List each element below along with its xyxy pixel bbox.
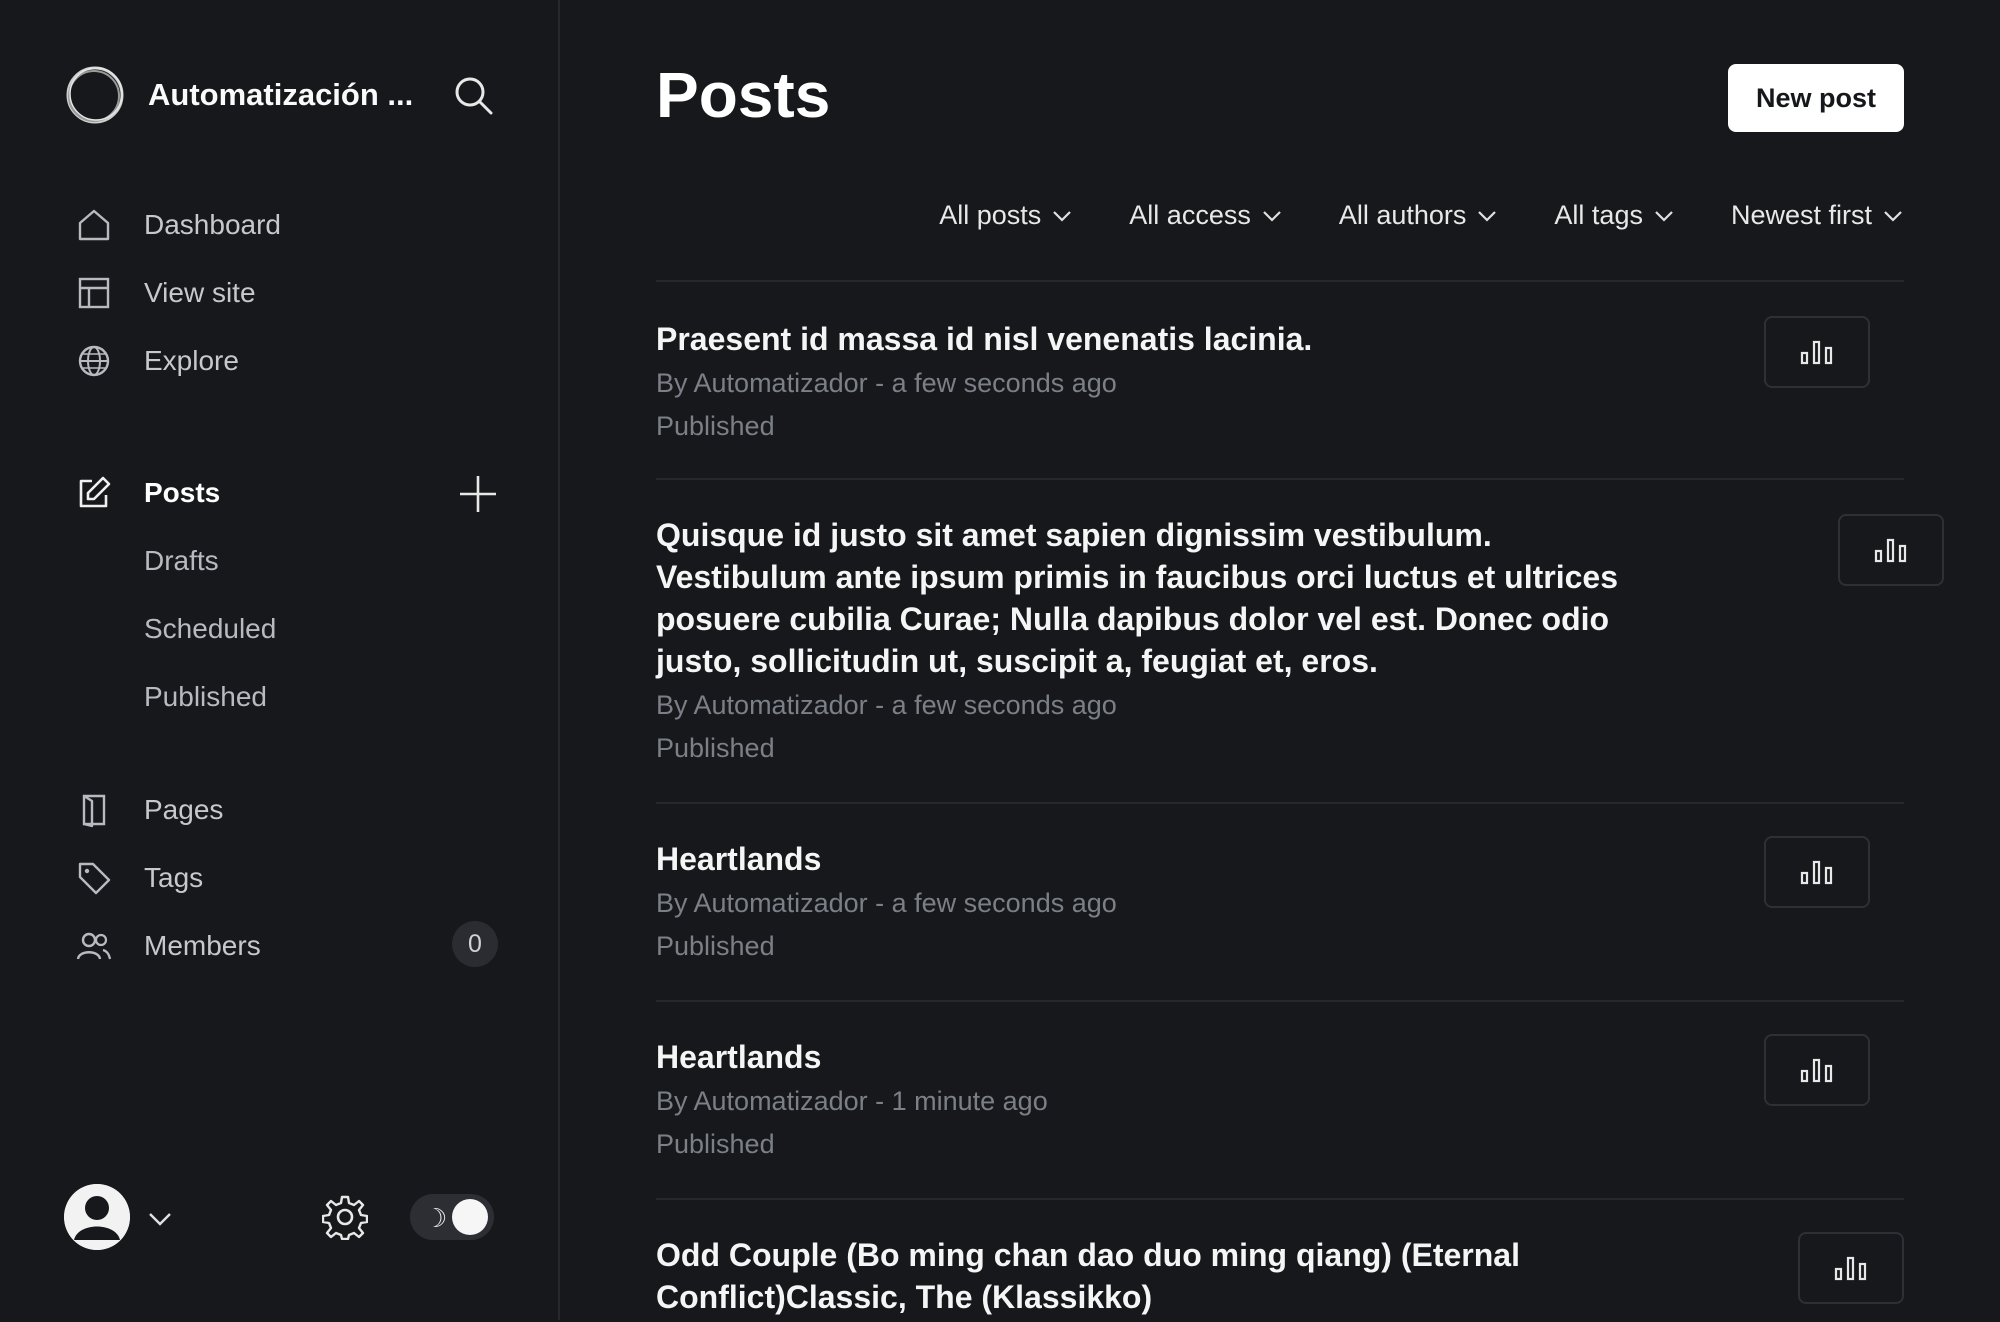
nav-explore-label: Explore	[144, 345, 239, 376]
filter-tags-label: All tags	[1554, 200, 1643, 230]
bar-chart-icon	[1874, 538, 1907, 563]
nav-members[interactable]: Members	[74, 922, 261, 970]
nav-members-label: Members	[144, 930, 261, 961]
tag-icon	[74, 858, 114, 898]
post-title[interactable]: Heartlands	[656, 1036, 1656, 1078]
search-icon[interactable]	[452, 74, 494, 116]
filter-bar: All posts All access All authors All tag…	[883, 200, 1904, 231]
bar-chart-icon	[1800, 340, 1833, 365]
post-row[interactable]: Odd Couple (Bo ming chan dao duo ming qi…	[656, 1198, 1904, 1322]
chevron-down-icon	[1655, 210, 1673, 222]
chevron-down-icon	[1478, 210, 1497, 222]
moon-icon: ☽	[424, 1203, 448, 1233]
layout-icon	[74, 273, 114, 313]
globe-icon	[74, 341, 114, 381]
post-row[interactable]: Quisque id justo sit amet sapien digniss…	[656, 478, 1944, 802]
post-title[interactable]: Quisque id justo sit amet sapien digniss…	[656, 514, 1656, 682]
post-title[interactable]: Odd Couple (Bo ming chan dao duo ming qi…	[656, 1234, 1596, 1318]
toggle-knob	[452, 1199, 488, 1235]
nav-view-site[interactable]: View site	[74, 269, 256, 317]
post-analytics-button[interactable]	[1764, 316, 1870, 388]
nav-dashboard[interactable]: Dashboard	[74, 201, 281, 249]
edit-icon	[74, 473, 114, 513]
chevron-down-icon	[1263, 210, 1281, 222]
post-title[interactable]: Heartlands	[656, 838, 1656, 880]
dark-mode-toggle[interactable]: ☽	[410, 1194, 494, 1240]
nav-pages-label: Pages	[144, 794, 224, 825]
nav-scheduled[interactable]: Scheduled	[144, 613, 276, 645]
new-post-button[interactable]: New post	[1728, 64, 1904, 132]
filter-access-label: All access	[1129, 200, 1251, 230]
post-meta: By Automatizador - a few seconds ago	[656, 690, 1117, 720]
filter-type-label: All posts	[939, 200, 1042, 230]
post-analytics-button[interactable]	[1764, 836, 1870, 908]
nav-drafts[interactable]: Drafts	[144, 545, 219, 577]
post-status: Published	[656, 1129, 775, 1159]
nav-posts[interactable]: Posts	[74, 469, 220, 517]
chevron-down-icon	[1884, 210, 1902, 222]
chevron-down-icon[interactable]	[146, 1204, 174, 1232]
filter-sort-label: Newest first	[1730, 200, 1872, 230]
filter-authors-label: All authors	[1338, 200, 1467, 230]
sidebar: Automatización ... Dashboard View site E…	[0, 0, 560, 1320]
nav-published[interactable]: Published	[144, 681, 267, 713]
site-title: Automatización ...	[148, 77, 414, 112]
members-icon	[74, 926, 114, 966]
post-title[interactable]: Praesent id massa id nisl venenatis laci…	[656, 318, 1656, 360]
post-meta: By Automatizador - 1 minute ago	[656, 1086, 1048, 1116]
members-count-badge: 0	[452, 921, 498, 967]
post-meta: By Automatizador - a few seconds ago	[656, 368, 1117, 398]
nav-view-site-label: View site	[144, 277, 256, 308]
bar-chart-icon	[1800, 860, 1833, 885]
nav-tags-label: Tags	[144, 862, 204, 893]
filter-tags[interactable]: All tags	[1554, 200, 1675, 231]
filter-authors[interactable]: All authors	[1339, 200, 1499, 231]
post-row[interactable]: Heartlands By Automatizador - a few seco…	[656, 802, 1904, 1000]
post-meta: By Automatizador - a few seconds ago	[656, 888, 1117, 918]
user-silhouette-icon	[64, 1184, 130, 1250]
nav-dashboard-label: Dashboard	[144, 209, 281, 240]
site-logo-icon	[66, 66, 124, 124]
add-post-icon[interactable]	[456, 472, 500, 516]
nav-tags[interactable]: Tags	[74, 854, 203, 902]
filter-type[interactable]: All posts	[939, 200, 1073, 231]
user-avatar[interactable]	[64, 1184, 130, 1250]
gear-icon[interactable]	[322, 1194, 368, 1240]
pages-icon	[74, 790, 114, 830]
page-title: Posts	[656, 59, 831, 131]
nav-posts-label: Posts	[144, 477, 221, 508]
post-row[interactable]: Praesent id massa id nisl venenatis laci…	[656, 280, 1904, 478]
post-row[interactable]: Heartlands By Automatizador - 1 minute a…	[656, 1000, 1904, 1198]
chevron-down-icon	[1053, 210, 1072, 222]
main-content: Posts New post All posts All access All …	[560, 0, 2000, 1320]
brand[interactable]: Automatización ...	[64, 64, 413, 126]
post-analytics-button[interactable]	[1838, 514, 1944, 586]
filter-sort[interactable]: Newest first	[1731, 200, 1904, 231]
post-status: Published	[656, 411, 775, 441]
post-analytics-button[interactable]	[1764, 1034, 1870, 1106]
post-analytics-button[interactable]	[1798, 1232, 1904, 1304]
home-icon	[74, 205, 114, 245]
post-status: Published	[656, 931, 775, 961]
nav-explore[interactable]: Explore	[74, 337, 239, 385]
bar-chart-icon	[1834, 1256, 1867, 1281]
post-status: Published	[656, 733, 775, 763]
nav-pages[interactable]: Pages	[74, 786, 223, 834]
filter-access[interactable]: All access	[1129, 200, 1283, 231]
bar-chart-icon	[1800, 1058, 1833, 1083]
